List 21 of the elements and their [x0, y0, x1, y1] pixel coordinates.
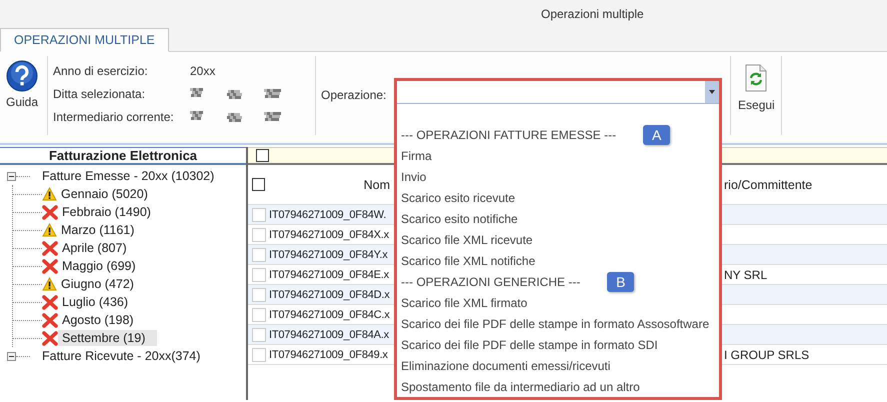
window-title: Operazioni multiple: [541, 7, 644, 21]
table-cell-text: IT07946271009_0F84A.x: [268, 328, 390, 340]
callout-badge: B: [607, 272, 634, 292]
table-cell-text: IT07946271009_0F84D.x: [268, 288, 391, 300]
table-cell-text: IT07946271009_0F84E.x: [268, 268, 390, 280]
info-value: 20xx: [190, 64, 216, 78]
table-cell-text: IT07946271009_0F84C.x: [268, 308, 391, 320]
info-label: Ditta selezionata:: [53, 86, 146, 100]
table-cell-text: IT07946271009_0F849.x: [268, 348, 389, 360]
callout-badge: A: [643, 124, 670, 144]
operation-label: Operazione:: [321, 88, 388, 102]
table-cell-text: I GROUP SRLS: [724, 348, 810, 362]
info-label: Anno di esercizio:: [53, 64, 149, 78]
info-label: Intermediario corrente:: [53, 110, 175, 124]
group-header: --- OPERAZIONI FATTURE EMESSE ---: [401, 128, 616, 142]
group-header: --- OPERAZIONI GENERICHE ---: [401, 274, 580, 288]
table-cell-text: NY SRL: [724, 268, 768, 282]
table-cell-text: IT07946271009_0F84Y.x: [268, 248, 389, 260]
tree-header: Fatturazione Elettronica: [0, 147, 246, 165]
table-cell-text: IT07946271009_0F84W.: [268, 208, 388, 220]
table-cell-text: IT07946271009_0F84X.x: [268, 228, 390, 240]
